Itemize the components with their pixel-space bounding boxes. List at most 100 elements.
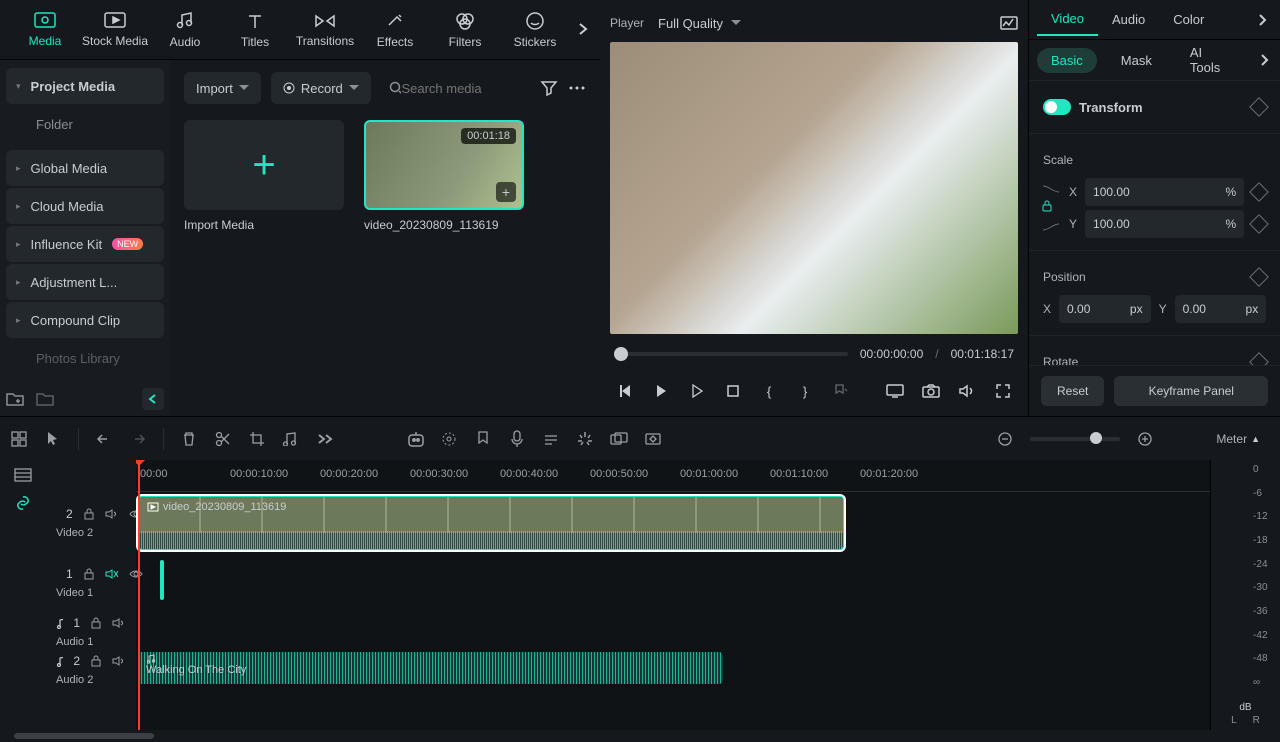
marker-dropdown-icon[interactable] [832, 382, 850, 400]
timeline-ruler[interactable]: 00:00 00:00:10:00 00:00:20:00 00:00:30:0… [136, 460, 1210, 492]
media-search[interactable] [381, 72, 530, 104]
mute-icon[interactable] [958, 382, 976, 400]
color-wheel-icon[interactable] [440, 430, 458, 448]
fullscreen-icon[interactable] [994, 382, 1012, 400]
undo-icon[interactable] [95, 430, 113, 448]
subtab-ai-tools[interactable]: AI Tools [1176, 40, 1239, 80]
track-lock-icon[interactable] [83, 505, 95, 523]
position-keyframe[interactable] [1249, 267, 1269, 287]
mark-out-button[interactable]: } [796, 382, 814, 400]
media-clip-card[interactable]: 00:01:18 + video_20230809_113619 [364, 120, 524, 232]
track-mute-icon[interactable] [105, 565, 119, 583]
sidebar-photos-library[interactable]: Photos Library [6, 340, 164, 376]
inspector-tab-video[interactable]: Video [1037, 3, 1098, 36]
snapshot-icon[interactable] [922, 382, 940, 400]
track-lock-icon[interactable] [83, 565, 95, 583]
tab-filters[interactable]: Filters [430, 0, 500, 60]
magnetic-icon[interactable] [576, 430, 594, 448]
scopes-icon[interactable] [1000, 14, 1018, 32]
sidebar-cloud-media[interactable]: ▸Cloud Media [6, 188, 164, 224]
track-mute-icon[interactable] [105, 505, 119, 523]
inspector-tab-audio[interactable]: Audio [1098, 4, 1159, 35]
track-lock-icon[interactable] [90, 614, 102, 632]
audio-mixer-icon[interactable] [542, 430, 560, 448]
folder-icon[interactable] [36, 390, 54, 408]
transform-toggle[interactable] [1043, 99, 1071, 115]
redo-icon[interactable] [129, 430, 147, 448]
new-folder-icon[interactable] [6, 390, 24, 408]
position-y-input[interactable]: 0.00px [1175, 295, 1267, 323]
lock-icon[interactable] [1041, 200, 1053, 212]
scale-x-keyframe[interactable] [1249, 182, 1269, 202]
group-icon[interactable] [610, 430, 628, 448]
tab-stickers[interactable]: Stickers [500, 0, 570, 60]
tabs-overflow-icon[interactable] [574, 20, 592, 38]
layout-icon[interactable] [10, 430, 28, 448]
scrub-bar[interactable] [614, 352, 848, 356]
timeline-scrollbar[interactable] [0, 730, 1280, 742]
inspector-overflow-icon[interactable] [1254, 11, 1272, 29]
zoom-out-icon[interactable] [996, 430, 1014, 448]
subtab-basic[interactable]: Basic [1037, 48, 1097, 73]
sidebar-influence-kit[interactable]: ▸Influence KitNEW [6, 226, 164, 262]
search-input[interactable] [401, 81, 522, 96]
track-expand-icon[interactable] [14, 466, 32, 484]
tab-audio[interactable]: Audio [150, 0, 220, 60]
small-clip[interactable] [160, 560, 164, 600]
filter-icon[interactable] [540, 79, 558, 97]
reset-button[interactable]: Reset [1041, 376, 1104, 406]
sidebar-folder[interactable]: Folder [6, 106, 164, 142]
voiceover-icon[interactable] [508, 430, 526, 448]
sidebar-adjustment-layer[interactable]: ▸Adjustment L... [6, 264, 164, 300]
import-button[interactable]: Import [184, 72, 261, 104]
display-settings-icon[interactable] [886, 382, 904, 400]
transform-keyframe[interactable] [1249, 97, 1269, 117]
track-area[interactable]: 00:00 00:00:10:00 00:00:20:00 00:00:30:0… [136, 460, 1210, 730]
import-media-card[interactable]: + Import Media [184, 120, 344, 232]
zoom-in-icon[interactable] [1136, 430, 1154, 448]
link-icon[interactable] [14, 494, 32, 512]
track-mute-icon[interactable] [112, 614, 126, 632]
tab-media[interactable]: Media [10, 0, 80, 60]
marker-icon[interactable] [474, 430, 492, 448]
add-to-timeline-button[interactable]: + [496, 182, 516, 202]
keyframe-panel-button[interactable]: Keyframe Panel [1114, 376, 1268, 406]
record-button[interactable]: Record [271, 72, 371, 104]
audio-clip[interactable]: Walking On The City [138, 652, 723, 684]
select-tool-icon[interactable] [44, 430, 62, 448]
stop-button[interactable] [724, 382, 742, 400]
video-clip[interactable]: video_20230809_113619 [138, 496, 844, 550]
sidebar-compound-clip[interactable]: ▸Compound Clip [6, 302, 164, 338]
tab-effects[interactable]: Effects [360, 0, 430, 60]
split-icon[interactable] [214, 430, 232, 448]
tab-stock-media[interactable]: Stock Media [80, 0, 150, 60]
ai-tools-icon[interactable] [406, 430, 424, 448]
preview-viewport[interactable] [610, 42, 1018, 334]
scale-y-input[interactable]: 100.00% [1085, 210, 1244, 238]
rotate-keyframe[interactable] [1249, 352, 1269, 365]
subtab-overflow-icon[interactable] [1259, 51, 1273, 69]
position-x-input[interactable]: 0.00px [1059, 295, 1151, 323]
scale-y-keyframe[interactable] [1249, 214, 1269, 234]
track-mute-icon[interactable] [112, 652, 126, 670]
subtab-mask[interactable]: Mask [1107, 48, 1166, 73]
sidebar-project-media[interactable]: ▾Project Media [6, 68, 164, 104]
playhead[interactable] [138, 460, 140, 730]
play-pause-button[interactable] [652, 382, 670, 400]
tab-titles[interactable]: Titles [220, 0, 290, 60]
tab-transitions[interactable]: Transitions [290, 0, 360, 60]
play-button[interactable] [688, 382, 706, 400]
more-menu-icon[interactable] [568, 79, 586, 97]
sidebar-collapse-button[interactable] [142, 388, 164, 410]
zoom-slider[interactable] [1030, 437, 1120, 441]
crop-icon[interactable] [248, 430, 266, 448]
keyframe-icon[interactable] [644, 430, 662, 448]
delete-icon[interactable] [180, 430, 198, 448]
speed-icon[interactable] [282, 430, 300, 448]
scale-x-input[interactable]: 100.00% [1085, 178, 1244, 206]
quality-select[interactable]: Full Quality [658, 16, 741, 31]
mark-in-button[interactable]: { [760, 382, 778, 400]
track-lock-icon[interactable] [90, 652, 102, 670]
more-tools-icon[interactable] [316, 430, 334, 448]
prev-frame-button[interactable] [616, 382, 634, 400]
